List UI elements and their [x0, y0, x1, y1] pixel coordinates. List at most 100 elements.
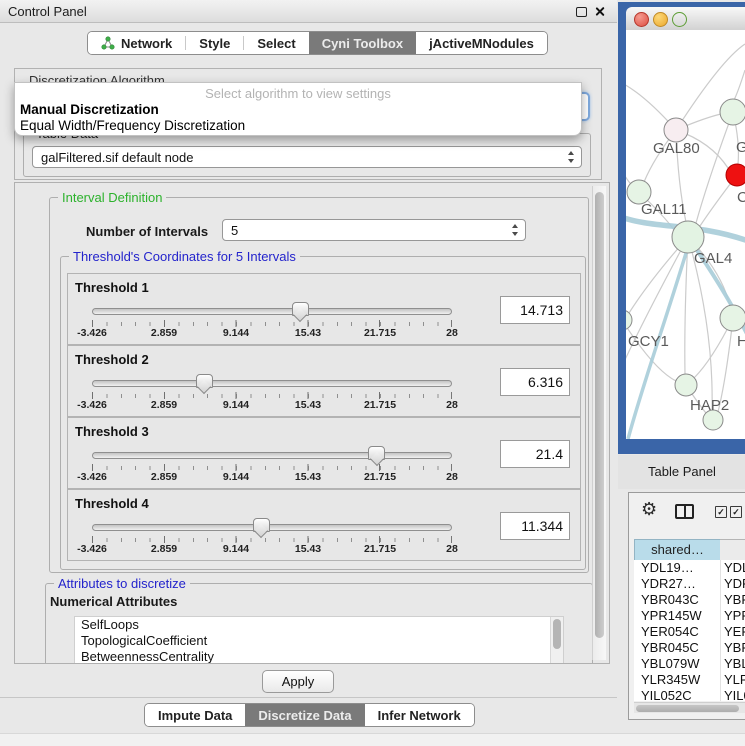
slider-track[interactable]	[92, 380, 452, 387]
tab-style[interactable]: Style	[186, 32, 243, 54]
network-view-window: GAL80 GA C GAL11 GAL4 GCY1 H HAP2	[618, 2, 745, 454]
node-label-gal11: GAL11	[641, 201, 687, 218]
node-hap2[interactable]	[675, 374, 697, 396]
traffic-light-close-icon[interactable]	[634, 12, 649, 27]
network-canvas[interactable]: GAL80 GA C GAL11 GAL4 GCY1 H HAP2	[626, 30, 745, 439]
threshold-2-value-field[interactable]: 6.316	[500, 368, 570, 396]
slider-thumb[interactable]	[368, 446, 385, 460]
network-window-titlebar[interactable]	[626, 7, 745, 31]
threshold-1-value-field[interactable]: 14.713	[500, 296, 570, 324]
node-label-hap2: HAP2	[690, 397, 729, 414]
cell-name[interactable]: YDL1	[724, 560, 745, 575]
tab-network[interactable]: Network	[88, 32, 185, 54]
traffic-light-minimize-icon[interactable]	[653, 12, 668, 27]
close-icon[interactable]	[594, 6, 605, 17]
table-row[interactable]: YBL079W YBL0	[634, 656, 745, 672]
node-top-right[interactable]	[720, 99, 745, 125]
slider-track[interactable]	[92, 524, 452, 531]
cell-shared-name[interactable]: YPR145W	[641, 608, 719, 623]
scrollbar-thumb[interactable]	[636, 705, 739, 712]
threshold-4-box: Threshold 4 -3.426 2.859 9.144 15.43 21.…	[67, 489, 581, 561]
table-data-combobox[interactable]: galFiltered.sif default node	[32, 146, 582, 168]
tick-label: 28	[446, 327, 458, 339]
table-row[interactable]: YBR045C YBR0	[634, 640, 745, 656]
node-label-gal4: GAL4	[694, 250, 732, 267]
tab-jactivemnodules[interactable]: jActiveMNodules	[416, 32, 547, 54]
cell-name[interactable]: YDR2	[724, 576, 745, 591]
tick-label: 21.715	[364, 471, 396, 483]
algorithm-dropdown-popup: Select algorithm to view settings Manual…	[14, 82, 582, 136]
cell-name[interactable]: YBR0	[724, 592, 745, 607]
cell-shared-name[interactable]: YIL052C	[641, 688, 719, 701]
slider-thumb[interactable]	[292, 302, 309, 316]
slider-track[interactable]	[92, 452, 452, 459]
scrollbar-thumb[interactable]	[595, 192, 604, 638]
cell-name[interactable]: YBL0	[724, 656, 745, 671]
algorithm-option-equal-width[interactable]: Equal Width/Frequency Discretization	[20, 118, 245, 133]
tab-select[interactable]: Select	[244, 32, 308, 54]
slider-thumb[interactable]	[253, 518, 270, 532]
algorithm-option-manual[interactable]: Manual Discretization	[20, 102, 159, 117]
node-gal80[interactable]	[664, 118, 688, 142]
slider-track[interactable]	[92, 308, 452, 315]
tick-label: 28	[446, 399, 458, 411]
cell-shared-name[interactable]: YBR045C	[641, 640, 719, 655]
gear-icon[interactable]: ⚙	[641, 501, 657, 519]
cell-name[interactable]: YPR1	[724, 608, 745, 623]
threshold-2-box: Threshold 2 -3.426 2.859 9.144 15.43 21.…	[67, 345, 581, 417]
tab-impute-data[interactable]: Impute Data	[145, 704, 245, 726]
table-row[interactable]: YDL19… YDL1	[634, 560, 745, 576]
traffic-light-zoom-icon[interactable]	[672, 12, 687, 27]
table-header-row: shared… na	[634, 539, 745, 560]
cell-name[interactable]: YIL0	[724, 688, 745, 701]
checkbox-icon[interactable]: ✓	[715, 506, 727, 518]
interval-definition-group: Interval Definition Number of Intervals …	[49, 197, 589, 573]
tick-label: -3.426	[77, 471, 107, 483]
column-header-name[interactable]: na	[720, 539, 745, 562]
panel-title: Control Panel	[8, 4, 87, 19]
cell-shared-name[interactable]: YDR27…	[641, 576, 719, 591]
column-header-shared[interactable]: shared…	[634, 539, 721, 562]
tick-label: 2.859	[151, 399, 177, 411]
node-right-mid[interactable]	[720, 305, 745, 331]
list-item[interactable]: SelfLoops	[75, 617, 563, 633]
table-row[interactable]: YIL052C YIL0	[634, 688, 745, 701]
list-scrollbar[interactable]	[550, 617, 563, 664]
cell-name[interactable]: YER0	[724, 624, 745, 639]
node-gal4[interactable]	[672, 221, 704, 253]
cell-name[interactable]: YLR3	[724, 672, 745, 687]
cell-shared-name[interactable]: YDL19…	[641, 560, 719, 575]
slider-ticks	[92, 320, 452, 327]
list-item[interactable]: TopologicalCoefficient	[75, 633, 563, 649]
node-red-selected[interactable]	[726, 164, 745, 186]
float-window-icon[interactable]	[576, 7, 587, 17]
tick-label: 21.715	[364, 543, 396, 555]
table-horizontal-scrollbar[interactable]	[634, 702, 745, 713]
split-panel-icon[interactable]	[675, 504, 694, 519]
threshold-4-value-field[interactable]: 11.344	[500, 512, 570, 540]
threshold-3-value-field[interactable]: 21.4	[500, 440, 570, 468]
cell-shared-name[interactable]: YBL079W	[641, 656, 719, 671]
settings-scrollbar[interactable]	[592, 186, 606, 660]
cell-shared-name[interactable]: YLR345W	[641, 672, 719, 687]
table-row[interactable]: YPR145W YPR1	[634, 608, 745, 624]
scrollbar-thumb[interactable]	[553, 619, 561, 649]
tab-cyni-toolbox[interactable]: Cyni Toolbox	[309, 32, 416, 54]
table-row[interactable]: YBR043C YBR0	[634, 592, 745, 608]
slider-tick-labels: -3.426 2.859 9.144 15.43 21.715 28	[92, 327, 452, 339]
number-of-intervals-combobox[interactable]: 5	[222, 219, 526, 241]
slider-thumb[interactable]	[196, 374, 213, 388]
apply-button[interactable]: Apply	[262, 670, 334, 693]
node-gcy1[interactable]	[626, 310, 632, 330]
table-row[interactable]: YLR345W YLR3	[634, 672, 745, 688]
list-item[interactable]: BetweennessCentrality	[75, 649, 563, 664]
checkbox-icon[interactable]: ✓	[730, 506, 742, 518]
node-label-gal80: GAL80	[653, 140, 700, 157]
tab-infer-network[interactable]: Infer Network	[365, 704, 474, 726]
tab-discretize-data[interactable]: Discretize Data	[245, 704, 364, 726]
cell-shared-name[interactable]: YER054C	[641, 624, 719, 639]
table-row[interactable]: YDR27… YDR2	[634, 576, 745, 592]
cell-shared-name[interactable]: YBR043C	[641, 592, 719, 607]
cell-name[interactable]: YBR0	[724, 640, 745, 655]
table-row[interactable]: YER054C YER0	[634, 624, 745, 640]
